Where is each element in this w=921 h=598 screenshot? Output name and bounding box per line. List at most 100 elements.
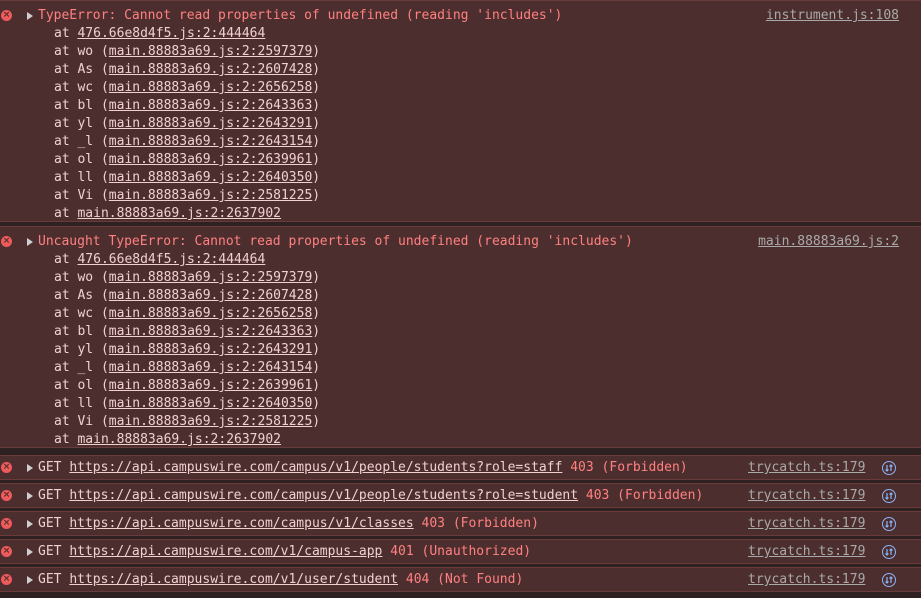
stack-frame-link[interactable]: main.88883a69.js:2:2639961 <box>109 378 313 393</box>
expand-triangle-icon[interactable] <box>27 492 33 500</box>
stack-frame-link[interactable]: main.88883a69.js:2:2597379 <box>109 44 313 59</box>
request-source-link[interactable]: trycatch.ts:179 <box>748 487 865 505</box>
request-status: 403 (Forbidden) <box>421 516 539 531</box>
stack-frame: at 476.66e8d4f5.js:2:444464 <box>54 251 265 269</box>
stack-frame-link[interactable]: main.88883a69.js:2:2637902 <box>77 432 281 447</box>
request-url-link[interactable]: https://api.campuswire.com/campus/v1/cla… <box>69 516 413 531</box>
stack-frame-link[interactable]: 476.66e8d4f5.js:2:444464 <box>77 252 265 267</box>
stack-frame-link[interactable]: main.88883a69.js:2:2640350 <box>109 170 313 185</box>
stack-frame-link[interactable]: main.88883a69.js:2:2597379 <box>109 270 313 285</box>
stack-frame-link[interactable]: main.88883a69.js:2:2643154 <box>109 134 313 149</box>
request-method: GET <box>38 544 62 559</box>
stack-frame: at ol (main.88883a69.js:2:2639961) <box>54 378 321 393</box>
stack-frame-at: at <box>54 134 70 149</box>
request-source-link[interactable]: trycatch.ts:179 <box>748 543 865 561</box>
network-error-entry: × GET https://api.campuswire.com/v1/user/… <box>0 567 921 592</box>
request-url-link[interactable]: https://api.campuswire.com/campus/v1/peo… <box>69 488 578 503</box>
stack-frame-at: at <box>54 360 70 375</box>
request-url-link[interactable]: https://api.campuswire.com/v1/user/stude… <box>69 572 398 587</box>
stack-frame-function: As <box>77 288 94 303</box>
error-message[interactable]: TypeError: Cannot read properties of und… <box>38 7 562 25</box>
expand-triangle-icon[interactable] <box>27 464 33 472</box>
stack-frame: at wc (main.88883a69.js:2:2656258) <box>54 306 321 321</box>
stack-frame-link[interactable]: main.88883a69.js:2:2643291 <box>109 116 313 131</box>
stack-frame-link[interactable]: main.88883a69.js:2:2607428 <box>109 288 313 303</box>
network-request-line[interactable]: GET https://api.campuswire.com/campus/v1… <box>38 515 539 533</box>
network-request-icon[interactable] <box>882 573 896 587</box>
error-message[interactable]: Uncaught TypeError: Cannot read properti… <box>38 233 633 251</box>
error-circle-icon: × <box>1 462 12 473</box>
stack-frame: at bl (main.88883a69.js:2:2643363) <box>54 98 321 113</box>
stack-frame-link[interactable]: main.88883a69.js:2:2643291 <box>109 342 313 357</box>
expand-triangle-icon[interactable] <box>27 238 33 246</box>
stack-frame: at ol (main.88883a69.js:2:2639961) <box>54 152 321 167</box>
stack-frame-at: at <box>54 270 70 285</box>
stack-frame-function: yl <box>77 116 94 131</box>
request-source-link[interactable]: trycatch.ts:179 <box>748 459 865 477</box>
stack-frame-link[interactable]: main.88883a69.js:2:2607428 <box>109 62 313 77</box>
request-source-link[interactable]: trycatch.ts:179 <box>748 515 865 533</box>
error-circle-icon: × <box>1 518 12 529</box>
network-request-icon[interactable] <box>882 489 896 503</box>
expand-triangle-icon[interactable] <box>27 576 33 584</box>
network-request-icon[interactable] <box>882 461 896 475</box>
expand-triangle-icon[interactable] <box>27 520 33 528</box>
request-method: GET <box>38 572 62 587</box>
console-panel: × TypeError: Cannot read properties of un… <box>0 0 921 598</box>
network-request-line[interactable]: GET https://api.campuswire.com/campus/v1… <box>38 459 688 477</box>
stack-frame-at: at <box>54 378 70 393</box>
request-status: 401 (Unauthorized) <box>390 544 532 559</box>
stack-frame-link[interactable]: main.88883a69.js:2:2656258 <box>109 306 313 321</box>
stack-frame-link[interactable]: main.88883a69.js:2:2656258 <box>109 80 313 95</box>
error-circle-icon: × <box>1 546 12 557</box>
stack-frame-function: ol <box>77 378 94 393</box>
stack-frame-link[interactable]: main.88883a69.js:2:2581225 <box>109 188 313 203</box>
stack-frame: at ll (main.88883a69.js:2:2640350) <box>54 396 321 411</box>
stack-frame-at: at <box>54 170 70 185</box>
expand-triangle-icon[interactable] <box>27 12 33 20</box>
request-url-link[interactable]: https://api.campuswire.com/v1/campus-app <box>69 544 382 559</box>
stack-frame-link[interactable]: main.88883a69.js:2:2640350 <box>109 396 313 411</box>
request-status: 403 (Forbidden) <box>585 488 704 503</box>
error-entry: × TypeError: Cannot read properties of un… <box>0 0 921 222</box>
stack-frame-link[interactable]: main.88883a69.js:2:2637902 <box>77 206 281 221</box>
stack-frame-link[interactable]: main.88883a69.js:2:2643363 <box>109 324 313 339</box>
stack-frame-at: at <box>54 188 70 203</box>
error-circle-icon: × <box>1 10 12 21</box>
stack-frame-link[interactable]: main.88883a69.js:2:2581225 <box>109 414 313 429</box>
error-circle-icon: × <box>1 574 12 585</box>
network-request-line[interactable]: GET https://api.campuswire.com/v1/user/s… <box>38 571 523 589</box>
network-request-line[interactable]: GET https://api.campuswire.com/v1/campus… <box>38 543 531 561</box>
stack-frame-link[interactable]: 476.66e8d4f5.js:2:444464 <box>77 26 265 41</box>
stack-frame: at bl (main.88883a69.js:2:2643363) <box>54 324 321 339</box>
stack-frame-at: at <box>54 342 70 357</box>
stack-frame-function: wo <box>77 270 94 285</box>
network-error-entry: × GET https://api.campuswire.com/v1/campu… <box>0 539 921 564</box>
stack-frame: at wo (main.88883a69.js:2:2597379) <box>54 44 321 59</box>
stack-frame: at wo (main.88883a69.js:2:2597379) <box>54 270 321 285</box>
request-status: 404 (Not Found) <box>405 572 524 587</box>
stack-frame-link[interactable]: main.88883a69.js:2:2643363 <box>109 98 313 113</box>
error-source-link[interactable]: instrument.js:108 <box>766 7 899 25</box>
stack-frame: at As (main.88883a69.js:2:2607428) <box>54 288 321 303</box>
stack-frame: at As (main.88883a69.js:2:2607428) <box>54 62 321 77</box>
stack-frame-at: at <box>54 26 70 41</box>
stack-frame-function: wc <box>77 80 94 95</box>
stack-frame: at main.88883a69.js:2:2637902 <box>54 205 281 223</box>
network-request-icon[interactable] <box>882 545 896 559</box>
expand-triangle-icon[interactable] <box>27 548 33 556</box>
stack-frame-link[interactable]: main.88883a69.js:2:2643154 <box>109 360 313 375</box>
network-request-line[interactable]: GET https://api.campuswire.com/campus/v1… <box>38 487 703 505</box>
stack-frame-function: Vi <box>77 414 94 429</box>
stack-frame-link[interactable]: main.88883a69.js:2:2639961 <box>109 152 313 167</box>
stack-frame: at 476.66e8d4f5.js:2:444464 <box>54 25 265 43</box>
error-source-link[interactable]: main.88883a69.js:2 <box>758 233 899 251</box>
network-request-icon[interactable] <box>882 517 896 531</box>
request-method: GET <box>38 460 62 475</box>
request-url-link[interactable]: https://api.campuswire.com/campus/v1/peo… <box>69 460 562 475</box>
request-source-link[interactable]: trycatch.ts:179 <box>748 571 865 589</box>
stack-frame-function: bl <box>77 324 94 339</box>
stack-frame-function: wc <box>77 306 94 321</box>
stack-frame: at yl (main.88883a69.js:2:2643291) <box>54 116 321 131</box>
stack-frame-at: at <box>54 324 70 339</box>
